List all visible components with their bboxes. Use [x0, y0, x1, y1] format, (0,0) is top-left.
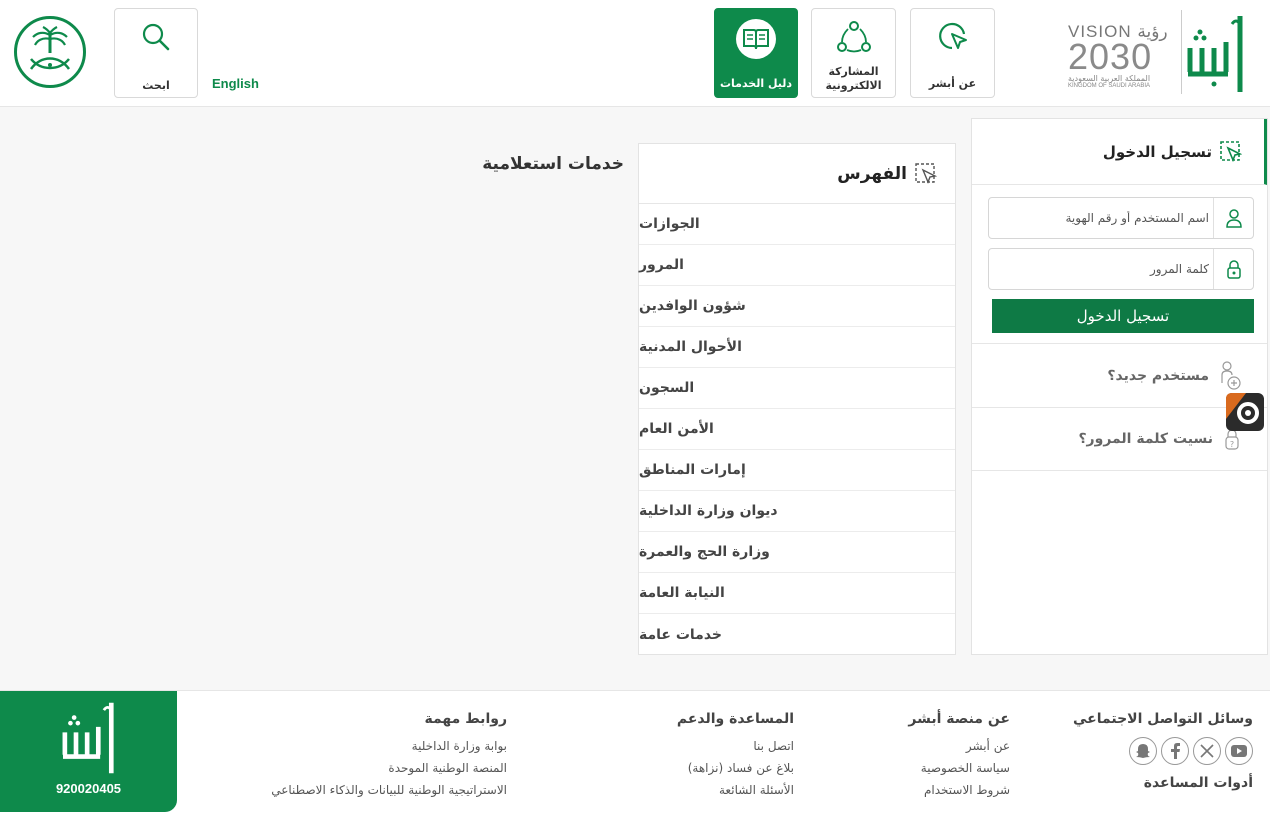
index-item-expatriates[interactable]: شؤون الوافدين [639, 286, 955, 327]
footer-link-privacy[interactable]: سياسة الخصوصية [870, 761, 1010, 775]
header-logo-divider [1181, 10, 1182, 94]
social-icons [1073, 737, 1253, 765]
footer-tools-title: أدوات المساعدة [1143, 775, 1253, 791]
about-absher-label: عن أبشر [928, 77, 977, 90]
index-item-general-services[interactable]: خدمات عامة [639, 614, 955, 655]
index-title: الفهرس [837, 163, 907, 184]
vision-2030-logo: VISION رؤية 2030 المملكة العربية السعودي… [1068, 22, 1176, 96]
index-item-civil-affairs[interactable]: الأحوال المدنية [639, 327, 955, 368]
index-item-public-prosecution[interactable]: النيابة العامة [639, 573, 955, 614]
facebook-icon[interactable] [1161, 737, 1189, 765]
login-panel: تسجيل الدخول تسجيل الدخول مستخدم جديد؟ ن… [971, 118, 1268, 655]
add-user-icon [1221, 360, 1241, 390]
footer-social-column: وسائل التواصل الاجتماعي أدوات المساعدة [1073, 711, 1253, 791]
footer-link-moi-portal[interactable]: بوابة وزارة الداخلية [247, 739, 507, 753]
footer-link-unified-platform[interactable]: المنصة الوطنية الموحدة [247, 761, 507, 775]
new-user-link[interactable]: مستخدم جديد؟ [972, 343, 1267, 407]
footer-about-column: عن منصة أبشر عن أبشر سياسة الخصوصية شروط… [870, 711, 1010, 805]
absher-logo[interactable] [1186, 12, 1246, 96]
e-participation-label: المشاركة الالكترونية [826, 65, 882, 93]
network-icon [836, 19, 872, 55]
login-header: تسجيل الدخول [972, 119, 1267, 185]
english-language-link[interactable]: English [212, 76, 259, 91]
login-submit-button[interactable]: تسجيل الدخول [992, 299, 1254, 333]
username-field[interactable] [988, 197, 1254, 239]
vision-year: 2030 [1068, 36, 1153, 77]
x-icon[interactable] [1193, 737, 1221, 765]
services-index-panel: الفهرس الجوازات المرور شؤون الوافدين الأ… [638, 143, 956, 655]
camera-app-icon[interactable] [1226, 393, 1264, 431]
footer-social-title: وسائل التواصل الاجتماعي [1073, 711, 1253, 727]
footer-link-terms[interactable]: شروط الاستخدام [870, 783, 1010, 797]
password-field[interactable] [988, 248, 1254, 290]
palm-swords-icon [29, 26, 71, 70]
search-label: ابحث [142, 79, 170, 92]
lock-icon [1213, 249, 1253, 289]
site-footer: 920020405 وسائل التواصل الاجتماعي أدوات … [0, 690, 1270, 813]
index-item-traffic[interactable]: المرور [639, 245, 955, 286]
footer-absher-logo [62, 702, 114, 774]
user-icon [1213, 198, 1253, 238]
site-header: ابحث English دليل الخدمات المشاركة الالك… [0, 0, 1270, 107]
e-participation-label-line2: الالكترونية [825, 79, 882, 92]
snapchat-icon[interactable] [1129, 737, 1157, 765]
index-header: الفهرس [639, 144, 955, 204]
login-cursor-icon [1220, 140, 1242, 162]
new-user-label: مستخدم جديد؟ [1107, 367, 1209, 384]
svg-text:?: ? [1230, 440, 1234, 449]
footer-important-links-column: روابط مهمة بوابة وزارة الداخلية المنصة ا… [247, 711, 507, 805]
footer-help-title: المساعدة والدعم [676, 711, 794, 727]
index-item-regional-emirates[interactable]: إمارات المناطق [639, 450, 955, 491]
index-list: الجوازات المرور شؤون الوافدين الأحوال ال… [639, 204, 955, 655]
index-item-passports[interactable]: الجوازات [639, 204, 955, 245]
index-item-public-security[interactable]: الأمن العام [639, 409, 955, 450]
e-participation-label-line1: المشاركة [828, 65, 879, 78]
cursor-pointer-icon [935, 19, 971, 55]
youtube-icon[interactable] [1225, 737, 1253, 765]
forgot-password-label: نسيت كلمة المرور؟ [1078, 431, 1213, 447]
footer-link-nazaha[interactable]: بلاغ عن فساد (نزاهة) [634, 761, 794, 775]
password-input[interactable] [1009, 258, 1209, 280]
footer-brand: 920020405 [0, 691, 177, 812]
inquiry-services-title: خدمات استعلامية [482, 154, 624, 174]
book-icon [736, 19, 776, 59]
about-absher-button[interactable]: عن أبشر [910, 8, 995, 98]
search-icon [138, 19, 174, 55]
footer-help-column: المساعدة والدعم اتصل بنا بلاغ عن فساد (ن… [634, 711, 794, 805]
vision-kingdom-en: KINGDOM OF SAUDI ARABIA [1068, 83, 1151, 89]
footer-link-about[interactable]: عن أبشر [870, 739, 1010, 753]
search-button[interactable]: ابحث [114, 8, 198, 98]
footer-phone-number[interactable]: 920020405 [56, 781, 121, 796]
vision-kingdom-ar: المملكة العربية السعودية [1068, 74, 1151, 83]
login-title: تسجيل الدخول [1102, 142, 1212, 161]
footer-links-title: روابط مهمة [424, 711, 507, 727]
footer-about-title: عن منصة أبشر [908, 711, 1010, 727]
index-cursor-icon [915, 162, 937, 184]
saudi-emblem-logo[interactable] [14, 16, 86, 88]
e-participation-button[interactable]: المشاركة الالكترونية [811, 8, 896, 98]
footer-link-faq[interactable]: الأسئلة الشائعة [634, 783, 794, 797]
services-guide-button[interactable]: دليل الخدمات [714, 8, 798, 98]
services-guide-label: دليل الخدمات [719, 77, 793, 90]
footer-link-contact[interactable]: اتصل بنا [634, 739, 794, 753]
index-item-moi-diwan[interactable]: ديوان وزارة الداخلية [639, 491, 955, 532]
index-item-hajj-umrah[interactable]: وزارة الحج والعمرة [639, 532, 955, 573]
index-item-prisons[interactable]: السجون [639, 368, 955, 409]
forgot-password-link[interactable]: نسيت كلمة المرور؟ ? [972, 407, 1267, 471]
username-input[interactable] [1009, 207, 1209, 229]
footer-link-data-ai-strategy[interactable]: الاستراتيجية الوطنية للبيانات والذكاء ال… [247, 783, 507, 797]
